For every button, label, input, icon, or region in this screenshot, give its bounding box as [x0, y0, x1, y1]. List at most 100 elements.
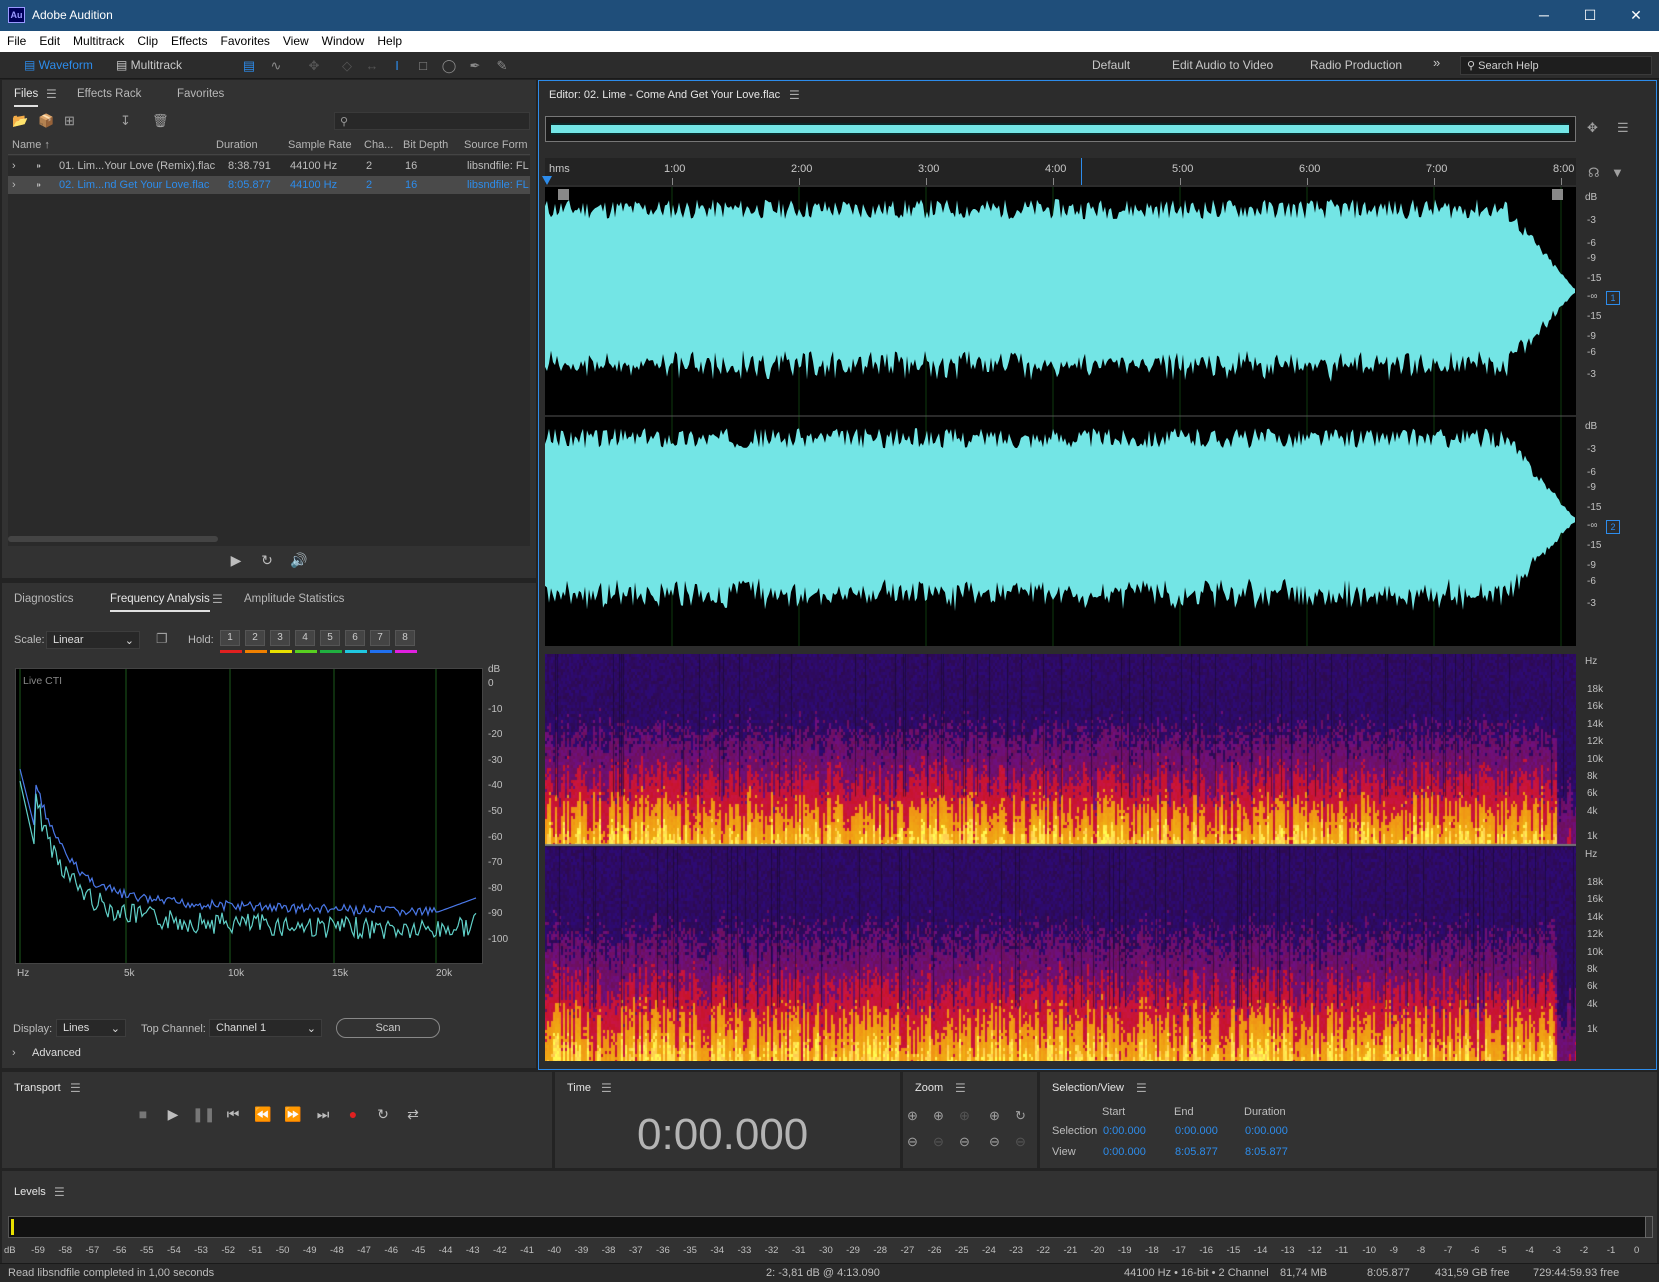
col-duration[interactable]: Duration — [216, 139, 258, 151]
import-file-icon[interactable]: 📦 — [38, 113, 54, 129]
hold-button-7[interactable]: 7 — [370, 630, 390, 646]
transport-menu-icon[interactable]: ☰ — [70, 1081, 81, 1095]
more-workspaces-button[interactable]: » — [1433, 55, 1440, 70]
menu-edit[interactable]: Edit — [32, 31, 66, 48]
file-row-selected[interactable]: › ⁍ 02. Lim...nd Get Your Love.flac 8:05… — [8, 176, 530, 194]
display-dropdown[interactable]: Lines ⌄ — [56, 1019, 126, 1037]
menu-file[interactable]: File — [0, 31, 32, 48]
expand-icon[interactable]: › — [12, 179, 16, 191]
selection-end[interactable]: 0:00.000 — [1175, 1125, 1218, 1137]
analysis-panel-menu-icon[interactable]: ☰ — [212, 592, 223, 606]
zoom-in-time-icon[interactable]: ⊕ — [933, 1108, 944, 1124]
zoom-out-time-icon[interactable]: ⊖ — [933, 1134, 944, 1150]
auto-play-icon[interactable]: 🔊 — [288, 552, 310, 569]
waveform-mode-button[interactable]: ▤ Waveform — [18, 56, 99, 75]
rewind-icon[interactable]: ⏪ — [252, 1106, 274, 1123]
playhead-handle[interactable] — [542, 176, 552, 185]
overview-navigator[interactable] — [545, 116, 1576, 142]
scale-dropdown[interactable]: Linear ⌄ — [46, 631, 140, 649]
zoom-out-amplitude-icon[interactable]: ⊖ — [907, 1134, 918, 1150]
col-name[interactable]: Name ↑ — [12, 139, 50, 151]
levels-menu-icon[interactable]: ☰ — [54, 1185, 65, 1199]
col-bit-depth[interactable]: Bit Depth — [403, 139, 448, 151]
menu-effects[interactable]: Effects — [164, 31, 213, 48]
menu-multitrack[interactable]: Multitrack — [66, 31, 130, 48]
files-panel-menu-icon[interactable]: ☰ — [46, 87, 57, 101]
col-source-format[interactable]: Source Form — [464, 139, 528, 151]
brush-tool-icon[interactable]: ✒ — [466, 57, 484, 74]
spectral-display[interactable] — [545, 654, 1576, 1061]
channel-1-badge[interactable]: 1 — [1606, 291, 1620, 305]
hold-button-4[interactable]: 4 — [295, 630, 315, 646]
file-row[interactable]: › ⁍ 01. Lim...Your Love (Remix).flac 8:3… — [8, 157, 530, 175]
preview-play-icon[interactable]: ▶ — [225, 552, 247, 569]
move-tool-icon[interactable]: ✥ — [305, 57, 323, 74]
menu-favorites[interactable]: Favorites — [214, 31, 276, 48]
zoom-in-amplitude-icon[interactable]: ⊕ — [907, 1108, 918, 1124]
time-ruler[interactable]: hms 1:00 2:00 3:00 4:00 5:00 6:00 7:00 8:00 — [545, 158, 1576, 185]
files-search-input[interactable]: ⚲ — [334, 112, 530, 130]
maximize-button[interactable]: ☐ — [1567, 0, 1613, 31]
slip-tool-icon[interactable]: ↔ — [363, 57, 381, 74]
workspace-default[interactable]: Default — [1092, 58, 1130, 72]
skip-to-end-icon[interactable]: ⏭ — [312, 1106, 334, 1123]
search-help-input[interactable]: ⚲ Search Help — [1460, 56, 1652, 75]
tab-amplitude-statistics[interactable]: Amplitude Statistics — [244, 593, 344, 605]
delete-icon[interactable]: 🗑 — [152, 113, 169, 129]
col-sample-rate[interactable]: Sample Rate — [288, 139, 352, 151]
insert-into-multitrack-icon[interactable]: ↧ — [120, 113, 131, 129]
spot-healing-tool-icon[interactable]: ✎ — [493, 57, 511, 74]
preview-loop-icon[interactable]: ↻ — [256, 552, 278, 569]
menu-clip[interactable]: Clip — [130, 31, 164, 48]
timeline-options-icon[interactable]: ☰ — [1617, 120, 1629, 136]
pause-icon[interactable]: ❚❚ — [192, 1106, 215, 1123]
new-file-icon[interactable]: ⊞ — [64, 113, 75, 129]
loop-playback-icon[interactable]: ↻ — [372, 1106, 394, 1123]
hold-button-8[interactable]: 8 — [395, 630, 415, 646]
hold-button-5[interactable]: 5 — [320, 630, 340, 646]
skip-selection-icon[interactable]: ⇄ — [402, 1106, 424, 1123]
close-button[interactable]: ✕ — [1613, 0, 1659, 31]
zoom-in-point-icon[interactable]: ⊕ — [989, 1108, 1000, 1124]
time-display[interactable]: 0:00.000 — [637, 1110, 808, 1160]
razor-tool-icon[interactable]: ◇ — [338, 57, 356, 74]
col-channels[interactable]: Cha... — [364, 139, 393, 151]
clip-indicator[interactable] — [1645, 1216, 1653, 1238]
marker-pin-icon[interactable]: ▼ — [1611, 165, 1624, 180]
tab-effects-rack[interactable]: Effects Rack — [77, 88, 141, 100]
view-end[interactable]: 8:05.877 — [1175, 1146, 1218, 1158]
time-menu-icon[interactable]: ☰ — [601, 1081, 612, 1095]
zoom-out-point-icon[interactable]: ⊖ — [989, 1134, 1000, 1150]
waveform-display[interactable] — [545, 187, 1576, 646]
menu-help[interactable]: Help — [370, 31, 408, 48]
pitch-display-icon[interactable]: ∿ — [267, 57, 285, 74]
spectral-display-icon[interactable]: ▤ — [240, 57, 258, 74]
view-start[interactable]: 0:00.000 — [1103, 1146, 1146, 1158]
open-file-icon[interactable]: 📂 — [12, 113, 28, 129]
stop-icon[interactable]: ■ — [132, 1106, 154, 1122]
workspace-edit-audio-to-video[interactable]: Edit Audio to Video — [1172, 58, 1273, 72]
tab-diagnostics[interactable]: Diagnostics — [14, 593, 73, 605]
multitrack-mode-button[interactable]: ▤ Multitrack — [110, 56, 188, 75]
lasso-tool-icon[interactable]: ◯ — [440, 57, 458, 74]
expand-icon[interactable]: › — [12, 160, 16, 172]
zoom-out-full-icon[interactable]: ⊖ — [959, 1134, 970, 1150]
zoom-reset-icon[interactable]: ↻ — [1015, 1108, 1026, 1124]
selection-duration[interactable]: 0:00.000 — [1245, 1125, 1288, 1137]
workspace-radio-production[interactable]: Radio Production — [1310, 58, 1402, 72]
tab-files[interactable]: Files — [14, 88, 39, 107]
skip-to-start-icon[interactable]: ⏮ — [222, 1106, 244, 1123]
hold-button-2[interactable]: 2 — [245, 630, 265, 646]
menu-window[interactable]: Window — [315, 31, 371, 48]
tab-favorites[interactable]: Favorites — [177, 88, 224, 100]
top-channel-dropdown[interactable]: Channel 1 ⌄ — [209, 1019, 322, 1037]
hold-button-1[interactable]: 1 — [220, 630, 240, 646]
hold-button-6[interactable]: 6 — [345, 630, 365, 646]
zoom-to-selection-icon[interactable]: ⊕ — [959, 1108, 970, 1124]
tab-frequency-analysis[interactable]: Frequency Analysis — [110, 593, 210, 612]
advanced-section[interactable]: Advanced — [32, 1047, 81, 1059]
expand-advanced-icon[interactable]: › — [12, 1047, 16, 1059]
play-icon[interactable]: ▶ — [162, 1106, 184, 1123]
record-icon[interactable]: ● — [342, 1106, 364, 1122]
fade-out-handle-icon[interactable] — [1552, 189, 1563, 200]
